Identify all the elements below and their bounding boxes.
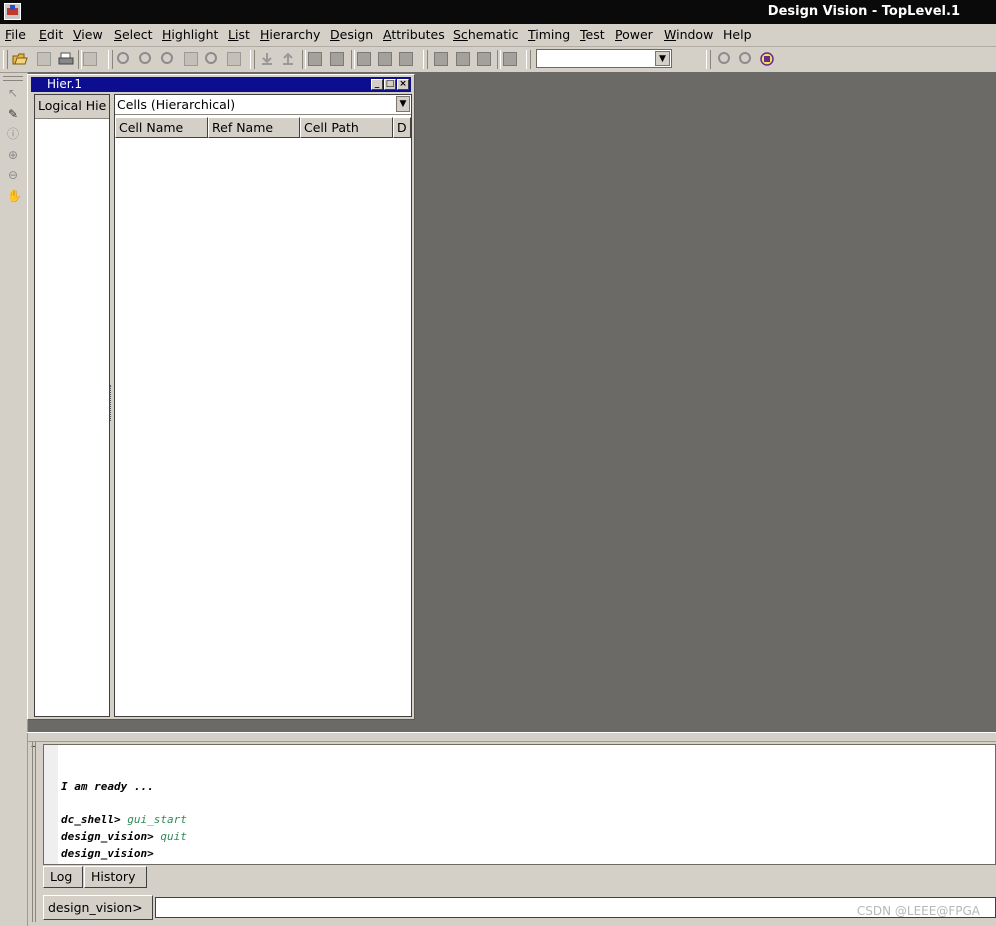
column-ref-name[interactable]: Ref Name (208, 117, 300, 138)
toolbar (0, 47, 996, 73)
layout-view-icon[interactable] (399, 52, 413, 66)
hierarchy-window-title: Hier.1 (47, 77, 83, 91)
zoom-full-icon[interactable] (117, 52, 129, 64)
new-symbol-icon[interactable] (330, 52, 344, 66)
histogram-icon[interactable] (434, 52, 448, 66)
command-prompt-label: design_vision> (43, 895, 153, 920)
hierarchy-window: Hier.1 _ □ × Logical Hie Cells (Hierarch… (27, 74, 415, 720)
tool-strip: ↖ ✎ ⓘ ⊕ ⊖ ✋ (0, 72, 28, 926)
menu-select[interactable]: Select (114, 27, 153, 42)
net-capacitance-icon[interactable] (477, 52, 491, 66)
menu-list[interactable]: List (228, 27, 250, 42)
tab-history[interactable]: History (84, 866, 147, 888)
column-cell-path[interactable]: Cell Path (300, 117, 393, 138)
zoom-2-icon[interactable] (139, 52, 151, 64)
title-bar: Design Vision - TopLevel.1 (0, 0, 996, 24)
chevron-down-icon[interactable]: ▼ (396, 96, 410, 112)
menu-power[interactable]: Power (615, 27, 653, 42)
console-log[interactable]: I am ready ... dc_shell> gui_start desig… (43, 744, 996, 865)
push-down-icon[interactable] (260, 52, 274, 66)
design-schematic-icon[interactable] (378, 52, 392, 66)
menu-file[interactable]: File (5, 27, 26, 42)
save-icon[interactable] (37, 52, 51, 66)
highlight-select-icon[interactable] (760, 52, 774, 66)
column-design[interactable]: D (393, 117, 411, 138)
cells-table-pane[interactable]: Cells (Hierarchical) ▼ Cell Name Ref Nam… (114, 94, 412, 717)
tab-log[interactable]: Log (43, 866, 83, 888)
print-icon[interactable] (58, 52, 74, 66)
menu-highlight[interactable]: Highlight (162, 27, 218, 42)
toolbar-grip[interactable] (3, 50, 8, 69)
info-icon[interactable]: ⓘ (7, 128, 19, 140)
menu-schematic[interactable]: Schematic (453, 27, 519, 42)
logical-hierarchy-header[interactable]: Logical Hie (35, 95, 109, 119)
cell-view-select[interactable]: Cells (Hierarchical) ▼ (115, 95, 411, 115)
console-grip[interactable] (30, 742, 38, 922)
console-margin (44, 745, 58, 864)
menu-view[interactable]: View (73, 27, 103, 42)
cell-view-value: Cells (Hierarchical) (117, 97, 236, 112)
menu-edit[interactable]: Edit (39, 27, 63, 42)
logical-hierarchy-pane[interactable]: Logical Hie (34, 94, 110, 717)
console-splitter[interactable] (27, 732, 996, 742)
zoom-out-tool-icon[interactable]: ⊖ (7, 169, 19, 181)
log-line: design_vision> (61, 847, 154, 860)
pane-splitter[interactable] (110, 385, 113, 421)
path-profile-icon[interactable] (503, 52, 517, 66)
zoom-select-icon[interactable] (227, 52, 241, 66)
menu-attributes[interactable]: Attributes (383, 27, 445, 42)
pop-up-icon[interactable] (281, 52, 295, 66)
column-cell-name[interactable]: Cell Name (115, 117, 208, 138)
maximize-icon[interactable]: □ (384, 79, 396, 90)
menu-hierarchy[interactable]: Hierarchy (260, 27, 320, 42)
toolstrip-grip[interactable] (3, 76, 23, 81)
pencil-icon[interactable]: ✎ (7, 108, 19, 120)
zoom-in-icon[interactable]: ⊕ (7, 149, 19, 161)
menu-test[interactable]: Test (580, 27, 605, 42)
hierarchy-window-titlebar[interactable]: Hier.1 _ □ × (31, 77, 411, 92)
menu-design[interactable]: Design (330, 27, 373, 42)
forward-icon[interactable] (739, 52, 751, 64)
menu-timing[interactable]: Timing (528, 27, 570, 42)
timing-histogram-icon[interactable] (456, 52, 470, 66)
new-schematic-icon[interactable] (308, 52, 322, 66)
app-icon[interactable] (4, 3, 21, 20)
path-schematic-icon[interactable] (357, 52, 371, 66)
minimize-icon[interactable]: _ (371, 79, 383, 90)
menu-window[interactable]: Window (664, 27, 713, 42)
menu-bar: File Edit View Select Highlight List Hie… (0, 24, 996, 47)
back-icon[interactable] (718, 52, 730, 64)
zoom-box-icon[interactable] (184, 52, 198, 66)
zoom-out-icon[interactable] (205, 52, 217, 64)
zoom-fit-icon[interactable] (161, 52, 173, 64)
close-icon[interactable]: × (397, 79, 409, 90)
log-line: dc_shell> gui_start (61, 813, 187, 826)
select-arrow-icon[interactable]: ↖ (7, 87, 19, 99)
log-line: I am ready ... (61, 780, 154, 793)
pan-hand-icon[interactable]: ✋ (7, 190, 22, 202)
menu-help[interactable]: Help (723, 27, 752, 42)
window-title: Design Vision - TopLevel.1 (767, 4, 960, 19)
chevron-down-icon[interactable]: ▼ (655, 51, 670, 66)
log-line: design_vision> quit (61, 830, 187, 843)
open-folder-icon[interactable] (12, 52, 28, 66)
design-select-combo[interactable]: ▼ (536, 49, 672, 68)
watermark: CSDN @LEEE@FPGA (856, 904, 980, 918)
new-view-icon[interactable] (83, 52, 97, 66)
